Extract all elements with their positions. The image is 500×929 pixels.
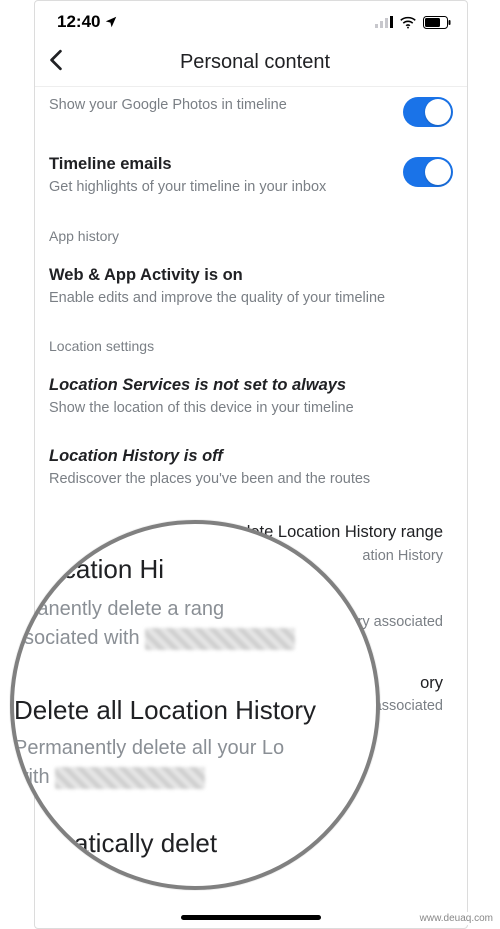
status-bar: 12:40 bbox=[35, 1, 467, 39]
mag-fragment-sub: rmanently delete a rang ssociated with bbox=[10, 595, 380, 653]
status-time: 12:40 bbox=[57, 12, 100, 32]
row-location-history[interactable]: Location History is off Rediscover the p… bbox=[49, 433, 453, 504]
row-timeline-emails[interactable]: Timeline emails Get highlights of your t… bbox=[49, 141, 453, 212]
battery-icon bbox=[423, 16, 451, 29]
row-subtitle: Show your Google Photos in timeline bbox=[49, 95, 393, 115]
row-subtitle: Get highlights of your timeline in your … bbox=[49, 177, 393, 197]
nav-bar: Personal content bbox=[35, 39, 467, 87]
magnifier-overlay: Location Hi rmanently delete a rang ssoc… bbox=[10, 520, 380, 890]
section-location-settings: Location settings bbox=[49, 322, 453, 362]
redacted-email bbox=[145, 628, 295, 650]
row-google-photos[interactable]: Show your Google Photos in timeline bbox=[49, 87, 453, 141]
row-web-app-activity[interactable]: Web & App Activity is on Enable edits an… bbox=[49, 252, 453, 323]
toggle-timeline-emails[interactable] bbox=[403, 157, 453, 187]
section-app-history: App history bbox=[49, 212, 453, 252]
watermark: www.deuaq.com bbox=[417, 912, 496, 925]
row-subtitle: Enable edits and improve the quality of … bbox=[49, 288, 443, 308]
row-title: Location Services is not set to always bbox=[49, 374, 443, 396]
mag-delete-all-sub: Permanently delete all your Lo with bbox=[10, 734, 380, 792]
redacted-email bbox=[55, 767, 205, 789]
row-subtitle: Rediscover the places you've been and th… bbox=[49, 469, 443, 489]
row-location-services[interactable]: Location Services is not set to always S… bbox=[49, 362, 453, 433]
mag-fragment-auto: atically delet bbox=[10, 828, 380, 859]
mag-delete-all-title[interactable]: Delete all Location History bbox=[10, 695, 380, 726]
mag-fragment-title: Location Hi bbox=[10, 554, 380, 585]
row-title: Web & App Activity is on bbox=[49, 264, 443, 286]
home-indicator[interactable] bbox=[181, 915, 321, 920]
row-title: Timeline emails bbox=[49, 153, 393, 175]
cell-signal-icon bbox=[375, 16, 393, 28]
toggle-google-photos[interactable] bbox=[403, 97, 453, 127]
wifi-icon bbox=[399, 16, 417, 29]
page-title: Personal content bbox=[57, 51, 453, 74]
row-subtitle: Show the location of this device in your… bbox=[49, 398, 443, 418]
location-arrow-icon bbox=[104, 15, 118, 29]
row-title: Location History is off bbox=[49, 445, 443, 467]
